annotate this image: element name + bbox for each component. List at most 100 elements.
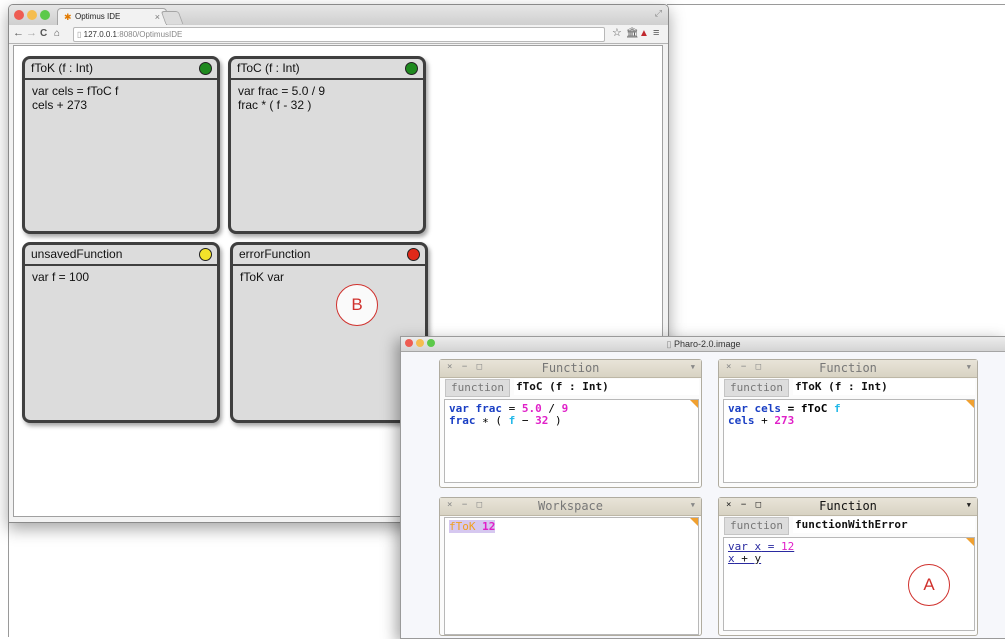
card-header: errorFunction: [233, 245, 425, 266]
code-line: frac ∗ ( f − 32 ): [449, 415, 694, 427]
function-label: function: [724, 517, 789, 535]
pharo-window-title: ▯ Pharo-2.0.image: [401, 337, 1005, 351]
new-extension-icon[interactable]: ▲: [639, 26, 649, 41]
card-header: fToC (f : Int): [231, 59, 423, 80]
window-titlebar: × − □ Function ▼: [719, 360, 977, 378]
new-tab-button[interactable]: [160, 11, 184, 24]
code-line: var frac = 5.0 / 9: [238, 84, 326, 98]
number-token: 9: [561, 402, 569, 415]
address-bar[interactable]: ▯ 127.0.0.1:8080/OptimusIDE: [73, 27, 605, 42]
browser-tab[interactable]: ✱ Optimus IDE ×: [57, 8, 167, 26]
window-titlebar: × − □ Function ▼: [440, 360, 701, 378]
function-card[interactable]: errorFunction fToK var: [230, 242, 428, 423]
code-line: frac * ( f - 32 ): [238, 98, 312, 112]
tab-title: Optimus IDE: [75, 12, 121, 21]
back-arrow-icon[interactable]: ←: [13, 26, 24, 41]
card-header: fToK (f : Int): [25, 59, 217, 80]
window-menu-icon[interactable]: ▼: [967, 501, 971, 509]
variable-token: frac: [449, 414, 476, 427]
code-editor[interactable]: fToK var: [233, 266, 425, 288]
number-token: 12: [781, 540, 795, 553]
operator-token: =: [761, 540, 781, 553]
code-editor[interactable]: var f = 100: [25, 266, 217, 288]
code-editor[interactable]: var cels = fToC f cels + 273: [723, 399, 975, 483]
window-titlebar: × − □ Workspace ▼: [440, 498, 701, 516]
window-menu-icon[interactable]: ▼: [691, 363, 695, 371]
tab-close-icon[interactable]: ×: [155, 9, 160, 25]
menu-icon[interactable]: ≡: [653, 26, 659, 41]
signature-field[interactable]: fToK (f : Int): [793, 379, 975, 395]
function-card[interactable]: fToC (f : Int) var frac = 5.0 / 9 frac *…: [228, 56, 426, 234]
window-title: Function: [541, 361, 600, 375]
function-card[interactable]: unsavedFunction var f = 100: [22, 242, 220, 423]
url-path: :8080/OptimusIDE: [117, 30, 183, 39]
code-line: fToK 12: [449, 520, 694, 533]
browser-toolbar: ← → C ⌂ ▯ 127.0.0.1:8080/OptimusIDE ☆ 🏛 …: [9, 25, 668, 44]
window-title: Function: [819, 499, 877, 513]
window-title: Function: [819, 361, 877, 375]
function-name: unsavedFunction: [31, 247, 123, 261]
function-browser-window[interactable]: × − □ Function ▼ function fToK (f : Int)…: [718, 359, 978, 488]
frame-left-line: [8, 520, 9, 637]
window-menu-icon[interactable]: ▼: [691, 501, 695, 509]
zoom-window-button[interactable]: [40, 10, 50, 20]
operator-token: ∗ (: [475, 414, 509, 427]
variable-token: x: [728, 552, 735, 565]
workspace-window[interactable]: × − □ Workspace ▼ fToK 12: [439, 497, 702, 636]
code-line: cels + 273: [728, 415, 970, 427]
status-indicator-red: [407, 248, 420, 261]
minimize-window-button[interactable]: [27, 10, 37, 20]
code-editor[interactable]: var frac = 5.0 / 9 frac * ( f - 32 ): [231, 80, 423, 116]
variable-token: cels: [728, 414, 755, 427]
function-browser-window[interactable]: × − □ Function ▼ function fToC (f : Int)…: [439, 359, 702, 488]
workspace-editor[interactable]: fToK 12: [444, 517, 699, 635]
code-line: var x = 12: [728, 541, 970, 553]
parameter-token: f: [833, 402, 841, 415]
operator-token: +: [754, 414, 775, 427]
number-token: 32: [535, 414, 549, 427]
reload-icon[interactable]: C: [40, 26, 47, 41]
close-window-button[interactable]: [14, 10, 24, 20]
tab-strip: ✱ Optimus IDE × ⤢: [9, 5, 668, 26]
function-name: fToC (f : Int): [237, 61, 300, 75]
signature-row: function fToK (f : Int): [719, 378, 977, 397]
pharo-window-title-text: Pharo-2.0.image: [673, 339, 741, 349]
function-card[interactable]: fToK (f : Int) var cels = fToC f cels + …: [22, 56, 220, 234]
status-indicator-yellow: [199, 248, 212, 261]
editor-corner-marker: [690, 400, 698, 408]
editor-corner-marker: [966, 538, 974, 546]
number-token: 12: [482, 520, 496, 533]
pharo-window: ▯ Pharo-2.0.image × − □ Function ▼ funct…: [400, 336, 1005, 639]
url-host: 127.0.0.1: [83, 30, 118, 39]
status-indicator-green: [199, 62, 212, 75]
code-line: x + y: [728, 553, 970, 565]
operator-token: +: [734, 552, 755, 565]
undefined-variable-token: y: [754, 552, 762, 565]
fullscreen-icon[interactable]: ⤢: [655, 8, 662, 19]
number-token: 273: [774, 414, 795, 427]
function-name: errorFunction: [239, 247, 311, 261]
operator-token: ): [548, 414, 562, 427]
function-name: fToK (f : Int): [31, 61, 94, 75]
code-editor[interactable]: var frac = 5.0 / 9 frac ∗ ( f − 32 ): [444, 399, 699, 483]
editor-corner-marker: [690, 518, 698, 526]
signature-field[interactable]: functionWithError: [793, 517, 975, 533]
card-header: unsavedFunction: [25, 245, 217, 266]
pharo-titlebar: ▯ Pharo-2.0.image: [401, 337, 1005, 352]
signature-field[interactable]: fToC (f : Int): [514, 379, 699, 395]
museum-extension-icon[interactable]: 🏛: [626, 26, 639, 41]
code-editor[interactable]: var cels = fToC f cels + 273: [25, 80, 217, 116]
window-title: Workspace: [537, 499, 604, 513]
code-line: fToK var: [240, 270, 285, 284]
window-menu-icon[interactable]: ▼: [967, 363, 971, 371]
home-icon[interactable]: ⌂: [54, 26, 60, 41]
optimus-favicon-icon: ✱: [64, 12, 72, 22]
signature-row: function functionWithError: [719, 516, 977, 535]
operator-token: −: [515, 414, 536, 427]
document-icon: ▯: [666, 339, 674, 349]
annotation-marker-b: B: [336, 284, 378, 326]
forward-arrow-icon[interactable]: →: [26, 26, 37, 41]
function-label: function: [445, 379, 510, 397]
bookmark-star-icon[interactable]: ☆: [612, 26, 622, 41]
window-titlebar: × − □ Function ▼: [719, 498, 977, 516]
